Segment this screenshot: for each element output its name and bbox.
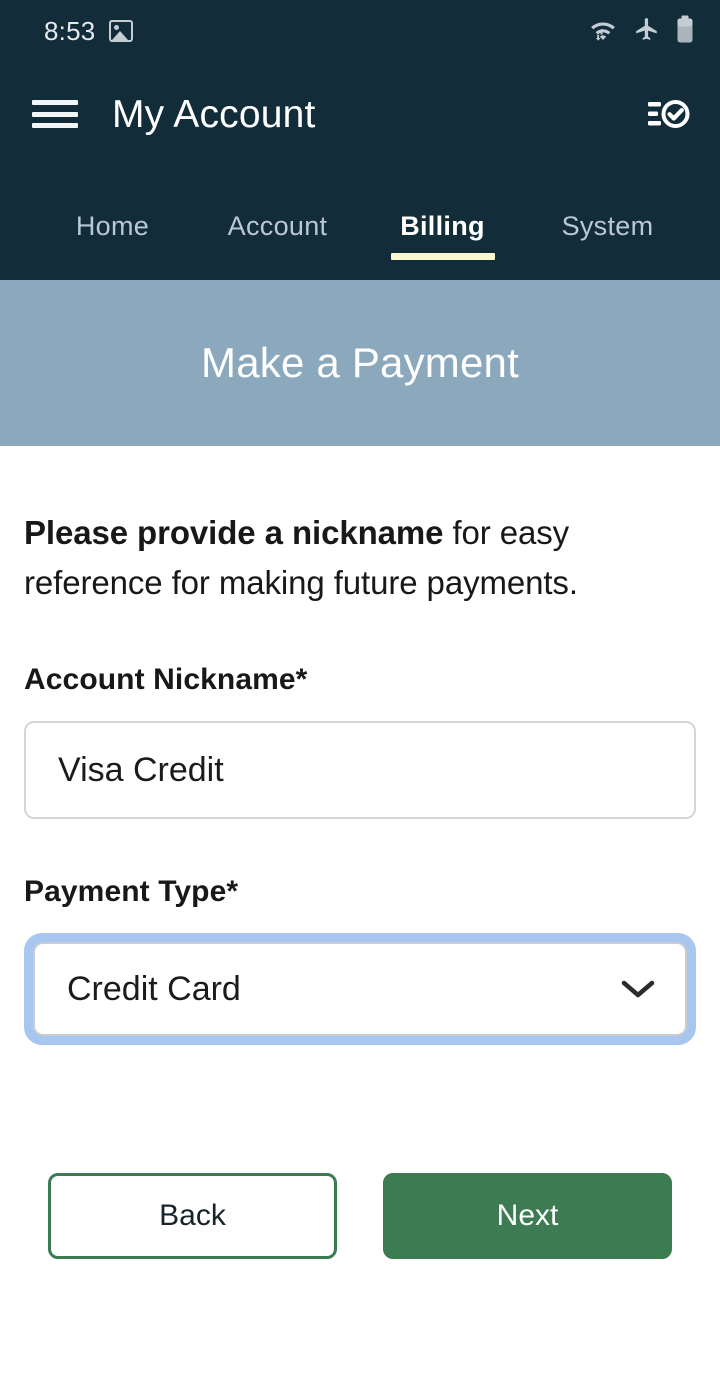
wifi-icon — [588, 17, 618, 46]
tab-billing-underline — [390, 253, 495, 260]
tab-system-label: System — [561, 210, 654, 241]
nickname-label: Account Nickname* — [24, 663, 308, 696]
status-bar-left: 8:53 — [44, 16, 134, 46]
payment-type-focus-ring: Credit Card — [24, 933, 696, 1045]
status-bar-right — [588, 15, 694, 48]
tab-account-underline — [226, 253, 330, 260]
photo-icon — [109, 20, 134, 42]
form-content: Please provide a nickname for easy refer… — [0, 446, 720, 1400]
payment-type-label: Payment Type* — [24, 875, 239, 908]
tab-home[interactable]: Home — [30, 166, 195, 280]
payment-type-selected-value: Credit Card — [67, 970, 241, 1008]
tab-system-underline — [556, 253, 660, 260]
next-button[interactable]: Next — [383, 1173, 672, 1259]
page-banner-title: Make a Payment — [201, 339, 519, 386]
chevron-down-icon — [621, 978, 655, 1000]
tab-account[interactable]: Account — [195, 166, 360, 280]
payment-screen: 8:53 My Account Home Account Billing Sys… — [0, 0, 720, 1400]
app-bar: My Account — [0, 62, 720, 166]
payment-type-select[interactable]: Credit Card — [33, 942, 687, 1036]
nickname-field-group: Account Nickname* Visa Credit — [24, 665, 696, 819]
task-checklist-complete-icon[interactable] — [642, 88, 694, 140]
tab-home-underline — [61, 253, 165, 260]
tab-account-label: Account — [227, 210, 328, 241]
tab-system[interactable]: System — [525, 166, 690, 280]
status-bar-clock: 8:53 — [44, 16, 96, 46]
intro-text: Please provide a nickname for easy refer… — [24, 508, 696, 607]
status-bar: 8:53 — [0, 0, 720, 62]
back-button[interactable]: Back — [48, 1173, 337, 1259]
tab-billing[interactable]: Billing — [360, 166, 525, 280]
battery-icon — [676, 15, 694, 48]
intro-text-bold: Please provide a nickname — [24, 514, 444, 551]
tab-bar: Home Account Billing System — [0, 166, 720, 280]
hamburger-menu-icon[interactable] — [32, 97, 78, 131]
tab-billing-label: Billing — [400, 210, 485, 241]
airplane-mode-icon — [634, 16, 660, 47]
form-actions: Back Next — [24, 1173, 696, 1259]
page-banner: Make a Payment — [0, 280, 720, 446]
tab-home-label: Home — [75, 210, 150, 241]
nickname-input[interactable]: Visa Credit — [24, 721, 696, 819]
page-title: My Account — [112, 92, 316, 136]
payment-type-field-group: Payment Type* Credit Card — [24, 877, 696, 1045]
